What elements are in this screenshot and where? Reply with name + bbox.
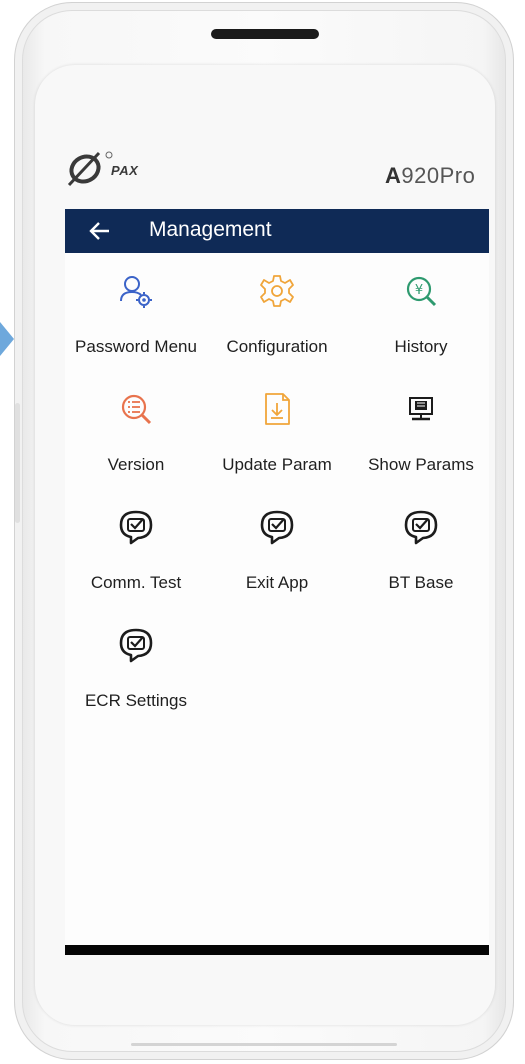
side-button xyxy=(15,403,20,523)
menu-item-label: Configuration xyxy=(226,337,328,356)
menu-item-comm-test[interactable]: Comm. Test xyxy=(65,489,211,599)
menu-item-label: Version xyxy=(107,455,165,474)
chat-check-icon xyxy=(119,628,153,663)
model-prefix: A xyxy=(385,163,402,188)
chat-check-icon xyxy=(404,510,438,545)
menu-item-ecr-settings[interactable]: ECR Settings xyxy=(65,607,211,717)
system-nav-strip xyxy=(65,945,489,955)
screen: Management Password Menu Configuration ¥… xyxy=(65,209,489,955)
speaker-grille xyxy=(211,29,319,39)
menu-item-label: BT Base xyxy=(388,573,454,592)
monitor-icon xyxy=(409,397,433,421)
svg-text:¥: ¥ xyxy=(415,283,423,298)
menu-item-bt-base[interactable]: BT Base xyxy=(346,489,489,599)
user-gear-icon xyxy=(120,276,152,308)
back-arrow-icon[interactable] xyxy=(89,221,111,241)
chat-check-icon xyxy=(119,510,153,545)
model-name: A920Pro xyxy=(385,163,475,189)
pos-terminal-device: PAX A920Pro Management Password Menu Con… xyxy=(14,2,514,1060)
list-search-icon xyxy=(121,394,152,425)
menu-item-version[interactable]: Version xyxy=(65,371,211,481)
gear-icon xyxy=(260,275,294,307)
page-title: Management xyxy=(149,218,272,241)
menu-item-label: Password Menu xyxy=(75,337,197,356)
brand-name: PAX xyxy=(111,163,139,178)
menu-item-label: Comm. Test xyxy=(90,573,182,592)
menu-item-exit-app[interactable]: Exit App xyxy=(202,489,352,599)
menu-item-label: Exit App xyxy=(245,573,309,592)
chat-check-icon xyxy=(260,510,294,545)
menu-item-configuration[interactable]: Configuration xyxy=(202,253,352,363)
menu-item-history[interactable]: ¥ History xyxy=(346,253,489,363)
menu-item-password-menu[interactable]: Password Menu xyxy=(65,253,211,363)
menu-item-label: ECR Settings xyxy=(84,691,188,710)
app-bar: Management xyxy=(65,209,489,253)
bottom-seam xyxy=(131,1043,397,1046)
model-suffix: 920Pro xyxy=(401,163,476,188)
menu-item-show-params[interactable]: Show Params xyxy=(346,371,489,481)
yen-search-icon: ¥ xyxy=(406,276,437,307)
menu-item-label: Show Params xyxy=(368,455,474,474)
menu-item-update-param[interactable]: Update Param xyxy=(202,371,352,481)
menu-item-label: Update Param xyxy=(222,455,332,474)
menu-item-label: History xyxy=(394,337,448,356)
file-download-icon xyxy=(265,393,290,425)
side-arrow-marker xyxy=(0,322,14,356)
pax-logo: PAX xyxy=(63,149,183,191)
